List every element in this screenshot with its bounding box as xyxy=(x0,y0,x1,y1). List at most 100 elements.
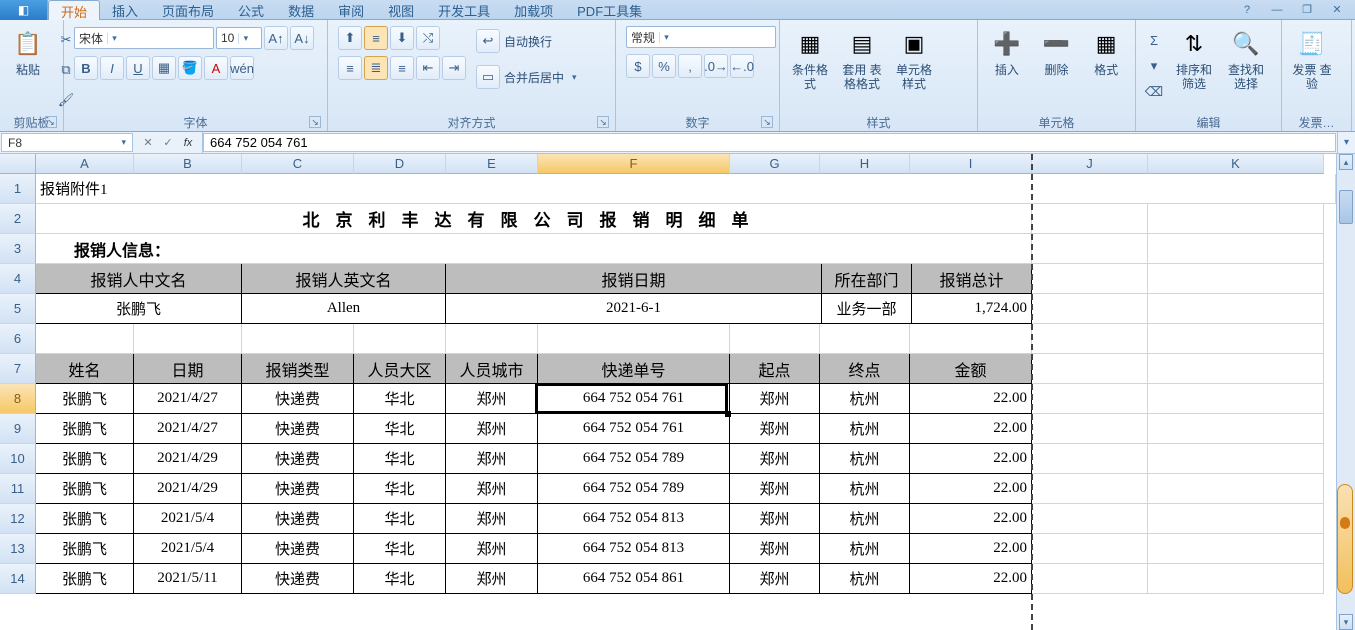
conditional-formatting-button[interactable]: ▦条件格式 xyxy=(786,24,834,96)
cell[interactable] xyxy=(1032,324,1148,354)
italic-button[interactable]: I xyxy=(100,56,124,80)
align-middle-button[interactable]: ≡ xyxy=(364,26,388,50)
number-format-combo[interactable]: 常规▾ xyxy=(626,26,776,48)
cell[interactable] xyxy=(820,324,910,354)
cell[interactable] xyxy=(538,324,730,354)
cell[interactable] xyxy=(1032,384,1148,414)
cell[interactable]: 报销人信息： xyxy=(36,234,1032,264)
decrease-indent-button[interactable]: ⇤ xyxy=(416,56,440,80)
cell[interactable] xyxy=(1148,444,1324,474)
cell[interactable]: 664 752 054 789 xyxy=(538,474,730,504)
cell[interactable]: 人员城市 xyxy=(446,354,538,384)
cell[interactable]: 快递费 xyxy=(242,474,354,504)
cell[interactable]: 郑州 xyxy=(730,444,820,474)
cell[interactable]: 22.00 xyxy=(910,504,1032,534)
bold-button[interactable]: B xyxy=(74,56,98,80)
cell[interactable]: 报销日期 xyxy=(446,264,822,294)
cell[interactable]: 张鹏飞 xyxy=(36,564,134,594)
cell[interactable] xyxy=(446,324,538,354)
cell[interactable]: 郑州 xyxy=(446,474,538,504)
decrease-font-button[interactable]: A↓ xyxy=(290,26,314,50)
tab-4[interactable]: 数据 xyxy=(276,0,326,20)
cell[interactable]: 2021/5/11 xyxy=(134,564,242,594)
cell[interactable]: 郑州 xyxy=(446,564,538,594)
clear-button[interactable]: ⌫ xyxy=(1142,80,1166,104)
tab-9[interactable]: PDF工具集 xyxy=(565,0,654,20)
tab-8[interactable]: 加载项 xyxy=(502,0,565,20)
cell[interactable]: 报销附件1 xyxy=(36,174,1336,204)
clipboard-dialog-launcher[interactable]: ↘ xyxy=(45,116,57,128)
column-header[interactable]: H xyxy=(820,154,910,174)
cell[interactable]: 报销人英文名 xyxy=(242,264,446,294)
cell[interactable] xyxy=(1148,474,1324,504)
worksheet-grid[interactable]: ABCDEFGHIJK 1报销附件12北京利丰达有限公司报销明细单3报销人信息：… xyxy=(0,154,1336,630)
cell[interactable] xyxy=(1148,354,1324,384)
cell[interactable]: 华北 xyxy=(354,504,446,534)
cell[interactable]: 张鹏飞 xyxy=(36,444,134,474)
sort-filter-button[interactable]: ⇅排序和 筛选 xyxy=(1170,24,1218,96)
cell[interactable] xyxy=(1148,564,1324,594)
cell[interactable]: 664 752 054 813 xyxy=(538,534,730,564)
row-header[interactable]: 1 xyxy=(0,174,36,204)
cell[interactable]: 郑州 xyxy=(730,414,820,444)
cell[interactable] xyxy=(1032,294,1148,324)
cell[interactable]: 业务一部 xyxy=(822,294,912,324)
tab-6[interactable]: 视图 xyxy=(376,0,426,20)
cell[interactable] xyxy=(354,324,446,354)
column-header[interactable]: J xyxy=(1032,154,1148,174)
column-header[interactable]: E xyxy=(446,154,538,174)
fill-button[interactable]: ▾ xyxy=(1142,54,1166,78)
increase-indent-button[interactable]: ⇥ xyxy=(442,56,466,80)
cell[interactable]: 2021/4/29 xyxy=(134,444,242,474)
border-button[interactable]: ▦ xyxy=(152,56,176,80)
cell[interactable] xyxy=(1032,234,1148,264)
cell[interactable]: 华北 xyxy=(354,474,446,504)
cell[interactable] xyxy=(1148,204,1324,234)
cell[interactable]: 张鹏飞 xyxy=(36,474,134,504)
cell[interactable] xyxy=(1032,204,1148,234)
format-cells-button[interactable]: ▦格式 xyxy=(1083,24,1129,80)
cell[interactable]: 2021/4/27 xyxy=(134,384,242,414)
cell[interactable]: 郑州 xyxy=(446,414,538,444)
fill-color-button[interactable]: 🪣 xyxy=(178,56,202,80)
cell[interactable]: 22.00 xyxy=(910,414,1032,444)
increase-decimal-button[interactable]: .0→ xyxy=(704,54,728,78)
cell[interactable]: 郑州 xyxy=(446,504,538,534)
cell[interactable]: 1,724.00 xyxy=(912,294,1032,324)
title-cell[interactable]: 北京利丰达有限公司报销明细单 xyxy=(36,204,1032,234)
cell[interactable]: 报销总计 xyxy=(912,264,1032,294)
cell[interactable]: 郑州 xyxy=(446,444,538,474)
cell[interactable]: 华北 xyxy=(354,564,446,594)
row-header[interactable]: 12 xyxy=(0,504,36,534)
font-color-button[interactable]: A xyxy=(204,56,228,80)
tab-2[interactable]: 页面布局 xyxy=(150,0,226,20)
row-header[interactable]: 4 xyxy=(0,264,36,294)
column-header[interactable]: I xyxy=(910,154,1032,174)
formula-bar-expand[interactable]: ▾ xyxy=(1337,132,1355,153)
scroll-down-button[interactable]: ▾ xyxy=(1339,614,1353,630)
cell[interactable]: Allen xyxy=(242,294,446,324)
cell[interactable]: 报销类型 xyxy=(242,354,354,384)
cell[interactable]: 杭州 xyxy=(820,534,910,564)
cell[interactable]: 郑州 xyxy=(730,534,820,564)
cell[interactable]: 22.00 xyxy=(910,534,1032,564)
cell[interactable]: 杭州 xyxy=(820,474,910,504)
phonetic-button[interactable]: wén xyxy=(230,56,254,80)
cell[interactable]: 杭州 xyxy=(820,504,910,534)
window-restore[interactable]: ❐ xyxy=(1295,3,1319,17)
cell[interactable] xyxy=(1148,294,1324,324)
cell[interactable]: 22.00 xyxy=(910,384,1032,414)
cell[interactable] xyxy=(1032,474,1148,504)
cell[interactable]: 终点 xyxy=(820,354,910,384)
cell[interactable]: 快递费 xyxy=(242,534,354,564)
column-header[interactable]: F xyxy=(538,154,730,174)
cell-styles-button[interactable]: ▣单元格 样式 xyxy=(890,24,938,96)
row-header[interactable]: 9 xyxy=(0,414,36,444)
align-bottom-button[interactable]: ⬇ xyxy=(390,26,414,50)
number-dialog-launcher[interactable]: ↘ xyxy=(761,116,773,128)
cell[interactable]: 2021/4/29 xyxy=(134,474,242,504)
scroll-up-button[interactable]: ▴ xyxy=(1339,154,1353,170)
column-header[interactable]: A xyxy=(36,154,134,174)
cell[interactable]: 杭州 xyxy=(820,444,910,474)
cell[interactable]: 郑州 xyxy=(730,474,820,504)
